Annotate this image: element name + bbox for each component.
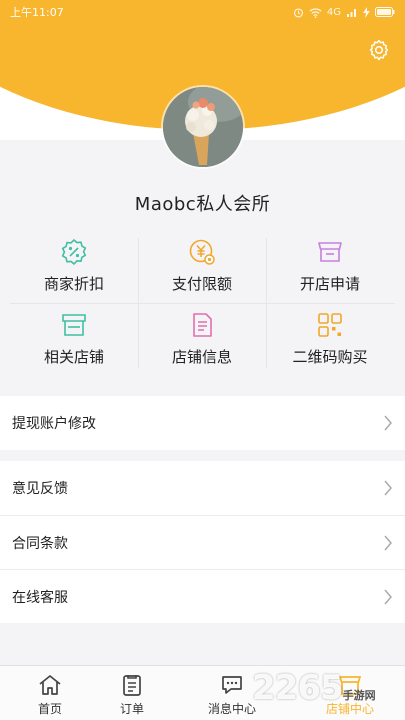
grid-item-label: 支付限额 xyxy=(171,275,232,293)
menu-item-label: 合同条款 xyxy=(12,535,68,552)
watermark-logo: 2265手游网 xyxy=(252,668,376,708)
watermark-suffix: 手游网 xyxy=(342,689,376,702)
signal-icon xyxy=(347,8,356,17)
grid-item-label: 二维码购买 xyxy=(292,348,368,366)
grid-item-payment-limit[interactable]: 支付限额 xyxy=(138,230,266,303)
grid-item-label: 开店申请 xyxy=(299,275,360,293)
function-grid: 商家折扣 支付限额 开店申请 相关店铺 店铺信息 二维码购买 xyxy=(10,230,395,376)
menu-item-withdraw-account[interactable]: 提现账户修改 xyxy=(0,396,405,450)
status-bar: 上午11:07 4G xyxy=(0,0,405,24)
charging-icon xyxy=(363,6,370,18)
chevron-right-icon xyxy=(384,589,392,605)
menu-item-contract-terms[interactable]: 合同条款 xyxy=(0,515,405,569)
status-time: 上午11:07 xyxy=(10,6,64,19)
grid-item-related-stores[interactable]: 相关店铺 xyxy=(10,303,138,376)
message-icon xyxy=(222,676,242,694)
store-icon xyxy=(62,314,86,336)
menu-item-online-service[interactable]: 在线客服 xyxy=(0,569,405,623)
grid-item-label: 商家折扣 xyxy=(43,275,104,293)
tab-label: 订单 xyxy=(119,702,144,716)
menu-section-account: 提现账户修改 xyxy=(0,396,405,450)
gear-icon[interactable] xyxy=(367,38,391,62)
battery-icon xyxy=(375,7,395,17)
grid-item-qr-purchase[interactable]: 二维码购买 xyxy=(266,303,394,376)
order-icon xyxy=(123,675,141,696)
discount-icon xyxy=(61,239,87,265)
grid-item-label: 店铺信息 xyxy=(171,348,232,366)
wifi-icon xyxy=(309,7,322,18)
tab-label: 首页 xyxy=(37,702,62,716)
grid-item-store-info[interactable]: 店铺信息 xyxy=(138,303,266,376)
avatar-image xyxy=(163,87,243,167)
grid-item-label: 相关店铺 xyxy=(43,348,104,366)
document-icon xyxy=(193,313,212,337)
menu-item-label: 意见反馈 xyxy=(12,481,68,497)
chevron-right-icon xyxy=(384,535,392,551)
payment-limit-icon xyxy=(189,239,215,265)
menu-section-support: 意见反馈 合同条款 在线客服 xyxy=(0,461,405,623)
qr-code-icon xyxy=(318,313,342,337)
tab-orders[interactable]: 订单 xyxy=(82,666,182,720)
shop-name: Maobc私人会所 xyxy=(134,194,271,215)
grid-item-open-store[interactable]: 开店申请 xyxy=(266,230,394,303)
home-icon xyxy=(39,675,61,695)
menu-item-feedback[interactable]: 意见反馈 xyxy=(0,461,405,515)
open-store-icon xyxy=(318,242,342,262)
network-type: 4G xyxy=(326,6,341,18)
grid-item-discount[interactable]: 商家折扣 xyxy=(10,230,138,303)
chevron-right-icon xyxy=(384,480,392,496)
watermark-text: 2265 xyxy=(252,668,344,708)
alarm-icon xyxy=(293,7,303,17)
chevron-right-icon xyxy=(384,415,392,431)
status-icons: 4G xyxy=(293,6,395,18)
tab-label: 消息中心 xyxy=(207,702,256,716)
menu-item-label: 提现账户修改 xyxy=(12,416,96,432)
menu-item-label: 在线客服 xyxy=(12,589,68,606)
avatar[interactable] xyxy=(163,87,243,167)
